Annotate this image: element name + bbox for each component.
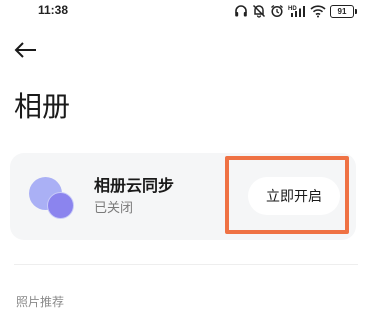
back-button[interactable] bbox=[12, 38, 40, 66]
mute-icon bbox=[252, 4, 266, 18]
battery-icon: 91 bbox=[330, 4, 357, 18]
wifi-icon bbox=[310, 4, 326, 18]
signal-hd-icon: HD bbox=[288, 4, 306, 18]
cloud-sync-status: 已关闭 bbox=[94, 201, 134, 216]
back-arrow-icon bbox=[14, 41, 38, 63]
battery-level: 91 bbox=[330, 4, 354, 18]
headphones-icon bbox=[234, 4, 248, 18]
divider bbox=[14, 264, 358, 265]
status-time: 11:38 bbox=[38, 3, 69, 17]
alarm-icon bbox=[270, 4, 284, 18]
status-bar: 11:38 HD 91 bbox=[0, 0, 373, 24]
page-title: 相册 bbox=[14, 90, 71, 123]
section-label-photo-recommendations: 照片推荐 bbox=[16, 295, 65, 309]
enable-sync-button[interactable]: 立即开启 bbox=[248, 177, 340, 215]
cloud-sync-title: 相册云同步 bbox=[94, 176, 175, 195]
status-icons: HD 91 bbox=[234, 3, 357, 19]
cloud-sync-icon bbox=[29, 177, 77, 219]
